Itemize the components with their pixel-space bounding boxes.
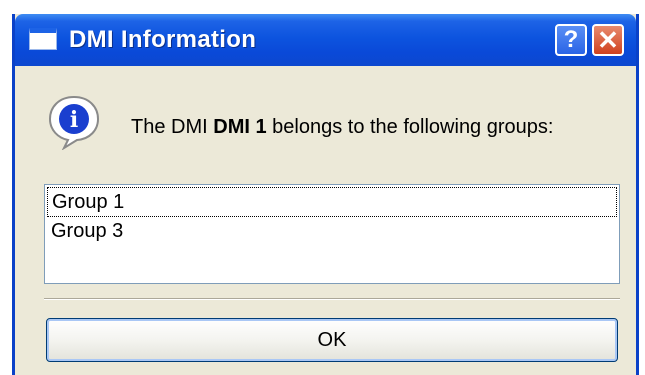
title-bar[interactable]: DMI Information ? ✕ xyxy=(15,14,636,66)
information-icon: i xyxy=(48,95,100,150)
message-suffix: belongs to the following groups: xyxy=(266,116,554,138)
groups-listbox[interactable]: Group 1 Group 3 xyxy=(44,184,620,284)
window-title: DMI Information xyxy=(69,26,257,53)
group-message: The DMI DMI 1 belongs to the following g… xyxy=(131,116,553,139)
dmi-name: DMI 1 xyxy=(213,116,267,138)
list-item[interactable]: Group 1 xyxy=(47,187,617,217)
help-button[interactable]: ? xyxy=(555,24,587,56)
list-item[interactable]: Group 3 xyxy=(47,217,617,247)
message-prefix: The DMI xyxy=(131,116,214,138)
window-icon xyxy=(29,28,57,50)
ok-button[interactable]: OK xyxy=(46,318,618,362)
svg-text:i: i xyxy=(70,107,78,133)
close-button[interactable]: ✕ xyxy=(592,24,624,56)
separator xyxy=(44,298,620,300)
dmi-information-dialog: DMI Information ? ✕ i The DMI DMI 1 belo… xyxy=(12,14,639,375)
dialog-content: i The DMI DMI 1 belongs to the following… xyxy=(15,66,636,375)
